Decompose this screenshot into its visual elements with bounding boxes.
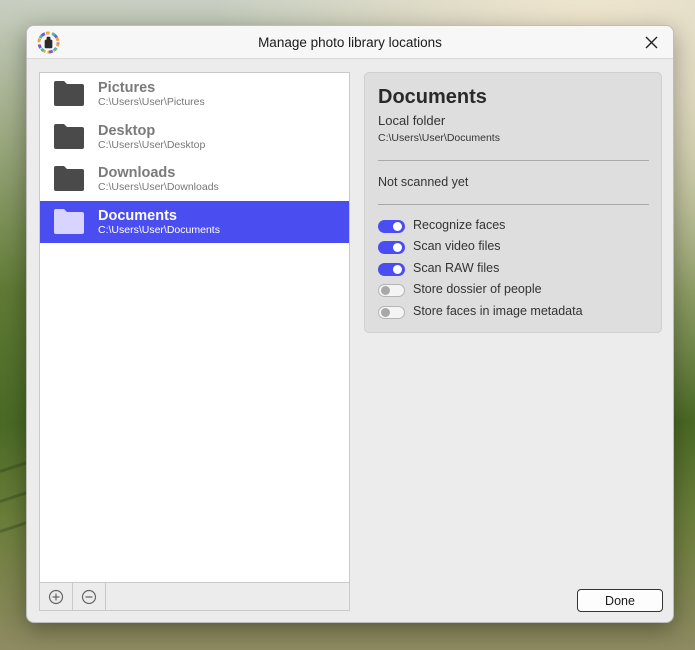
close-icon <box>645 36 657 48</box>
location-name: Desktop <box>98 123 156 139</box>
remove-circle-icon <box>81 589 97 604</box>
folder-icon <box>54 209 84 234</box>
toggle-switch[interactable] <box>378 284 405 297</box>
toggle-switch[interactable] <box>378 263 405 276</box>
scan-status: Not scanned yet <box>378 175 469 189</box>
location-item-documents[interactable]: Documents C:\Users\User\Documents <box>40 201 349 243</box>
option-label: Recognize faces <box>413 218 506 232</box>
detail-location-type: Local folder <box>378 113 446 128</box>
title-bar: Manage photo library locations <box>27 26 673 59</box>
location-item-downloads[interactable]: Downloads C:\Users\User\Downloads <box>40 158 349 200</box>
add-circle-icon <box>48 589 64 604</box>
dialog-title: Manage photo library locations <box>258 35 442 50</box>
divider <box>378 160 649 161</box>
option-scan-raw-files[interactable]: Scan RAW files <box>378 260 648 278</box>
toggle-switch[interactable] <box>378 220 405 233</box>
manage-locations-dialog: Manage photo library locations Pictures … <box>26 25 674 623</box>
folder-icon <box>54 81 84 106</box>
option-label: Store dossier of people <box>413 282 542 296</box>
locations-list: Pictures C:\Users\User\Pictures Desktop … <box>39 72 350 611</box>
location-name: Downloads <box>98 165 176 181</box>
remove-location-button[interactable] <box>73 583 106 610</box>
folder-icon <box>54 166 84 191</box>
toggle-switch[interactable] <box>378 241 405 254</box>
folder-icon <box>54 124 84 149</box>
detail-path: C:\Users\User\Documents <box>378 132 500 144</box>
close-button[interactable] <box>637 29 665 55</box>
location-item-pictures[interactable]: Pictures C:\Users\User\Pictures <box>40 73 349 115</box>
add-location-button[interactable] <box>40 583 73 610</box>
option-label: Scan video files <box>413 239 501 253</box>
location-details-panel: Documents Local folder C:\Users\User\Doc… <box>364 72 662 333</box>
option-store-faces-metadata[interactable]: Store faces in image metadata <box>378 303 648 321</box>
location-item-desktop[interactable]: Desktop C:\Users\User\Desktop <box>40 116 349 158</box>
location-name: Pictures <box>98 80 156 96</box>
option-label: Scan RAW files <box>413 261 500 275</box>
divider <box>378 204 649 205</box>
list-toolbar <box>40 582 349 610</box>
location-path: C:\Users\User\Documents <box>98 224 220 236</box>
option-recognize-faces[interactable]: Recognize faces <box>378 217 648 235</box>
toggle-switch[interactable] <box>378 306 405 319</box>
location-name: Documents <box>98 208 177 224</box>
done-button[interactable]: Done <box>577 589 663 612</box>
location-path: C:\Users\User\Pictures <box>98 96 205 108</box>
option-store-dossier[interactable]: Store dossier of people <box>378 281 648 299</box>
location-path: C:\Users\User\Desktop <box>98 139 206 151</box>
detail-title: Documents <box>378 86 487 108</box>
option-scan-video-files[interactable]: Scan video files <box>378 238 648 256</box>
location-path: C:\Users\User\Downloads <box>98 181 219 193</box>
option-label: Store faces in image metadata <box>413 304 583 318</box>
